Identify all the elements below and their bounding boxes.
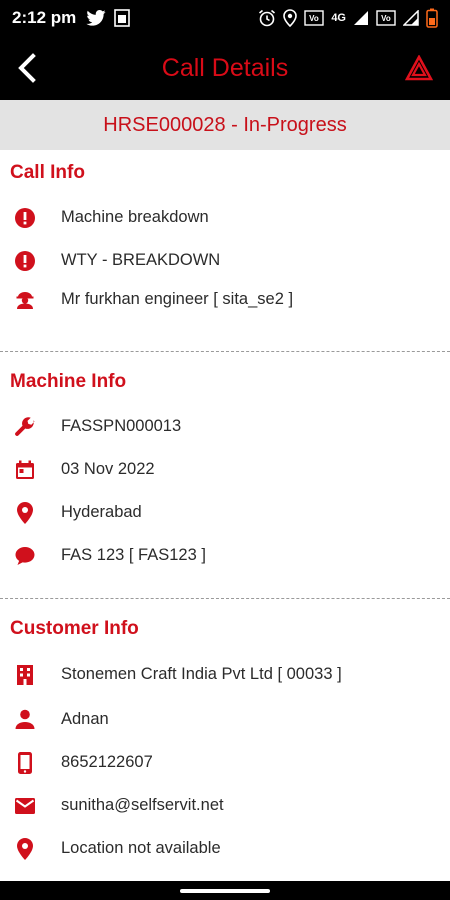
call-category: WTY - BREAKDOWN: [61, 251, 221, 269]
list-item: FAS 123 [ FAS123 ]: [0, 534, 450, 577]
customer-phone[interactable]: 8652122607: [50, 753, 153, 772]
list-item[interactable]: sunitha@selfservit.net: [0, 784, 450, 827]
volte-icon: Vo: [304, 9, 325, 27]
machine-info-section: Machine Info FASSPN000013 03 Nov 2022 Hy…: [0, 352, 450, 599]
customer-email[interactable]: sunitha@selfservit.net: [50, 796, 224, 815]
engineer-icon: [0, 288, 50, 310]
engineer-name: Mr furkhan engineer [ sita_se2 ]: [61, 289, 294, 308]
ticket-status-bar: HRSE000028 - In-Progress: [0, 100, 450, 150]
wrench-icon: [0, 416, 50, 438]
ticket-label: HRSE000028 - In-Progress: [103, 113, 347, 136]
machine-location: Hyderabad: [61, 503, 142, 521]
calendar-icon: [0, 459, 50, 481]
machine-date: 03 Nov 2022: [61, 460, 155, 478]
customer-company: Stonemen Craft India Pvt Ltd [ 00033 ]: [61, 665, 342, 683]
battery-icon: [426, 8, 438, 28]
back-button[interactable]: [12, 50, 42, 86]
list-item[interactable]: 8652122607: [0, 741, 450, 784]
wifi-icon: [403, 10, 419, 26]
email-icon: [0, 797, 50, 815]
customer-location: Location not available: [61, 839, 221, 857]
map-pin-icon: [0, 501, 50, 525]
alarm-icon: [258, 9, 276, 27]
network-type: 4G: [331, 12, 346, 24]
volte-icon-2: Vo: [376, 9, 396, 27]
exclamation-circle-icon: [0, 207, 50, 229]
location-icon: [283, 9, 298, 27]
app-bar: Call Details: [0, 36, 450, 100]
warning-triangle-icon: [405, 55, 433, 81]
svg-text:Vo: Vo: [381, 14, 391, 23]
chat-bubble-icon: [0, 545, 50, 567]
exclamation-circle-icon: [0, 250, 50, 272]
system-nav-bar: [0, 881, 450, 900]
list-item: Hyderabad: [0, 491, 450, 534]
list-item: Location not available: [0, 827, 450, 870]
list-item: FASSPN000013: [0, 405, 450, 448]
sim-icon: [114, 9, 131, 27]
list-item: Stonemen Craft India Pvt Ltd [ 00033 ]: [0, 652, 450, 697]
call-type: Machine breakdown: [61, 208, 209, 226]
svg-text:Vo: Vo: [309, 14, 319, 23]
person-icon: [0, 708, 50, 730]
page-title: Call Details: [161, 53, 289, 82]
machine-model: FAS 123 [ FAS123 ]: [61, 546, 206, 564]
list-item: Adnan: [0, 697, 450, 741]
building-icon: [0, 664, 50, 686]
home-gesture-handle[interactable]: [180, 889, 270, 893]
map-pin-icon: [0, 837, 50, 861]
machine-info-title: Machine Info: [10, 371, 127, 392]
customer-contact: Adnan: [61, 709, 109, 728]
customer-info-title: Customer Info: [10, 618, 139, 639]
details-content: Call Info Machine breakdown WTY - BREAKD…: [0, 150, 450, 870]
customer-info-section: Customer Info Stonemen Craft India Pvt L…: [0, 599, 450, 870]
chevron-left-icon: [18, 53, 36, 83]
list-item: Machine breakdown: [0, 196, 450, 239]
twitter-icon: [86, 10, 106, 26]
list-item: WTY - BREAKDOWN: [0, 239, 450, 282]
status-time: 2:12 pm: [12, 8, 77, 27]
signal-icon: [353, 10, 369, 26]
list-item: 03 Nov 2022: [0, 448, 450, 491]
phone-icon: [0, 751, 50, 775]
call-info-section: Call Info Machine breakdown WTY - BREAKD…: [0, 150, 450, 352]
call-info-title: Call Info: [10, 162, 85, 183]
machine-serial: FASSPN000013: [61, 417, 182, 435]
status-bar: 2:12 pm Vo 4G Vo: [0, 0, 450, 36]
list-item: Mr furkhan engineer [ sita_se2 ]: [0, 282, 450, 316]
alert-button[interactable]: [404, 52, 434, 84]
